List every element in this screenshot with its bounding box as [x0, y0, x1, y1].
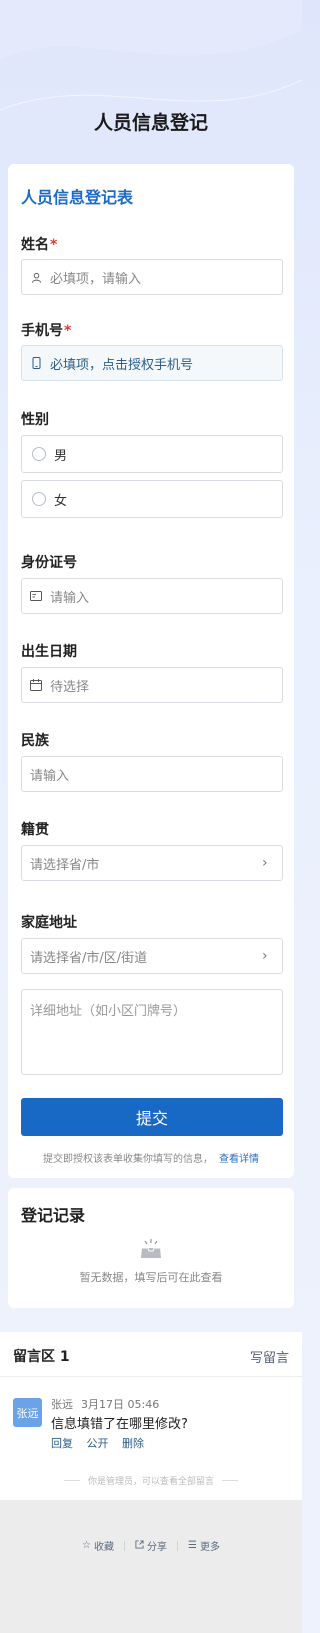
native-place-placeholder: 请选择省/市 [30, 857, 100, 873]
phone-label: 手机号* [21, 323, 72, 339]
comment-time: 3月17日 05:46 [81, 1398, 160, 1411]
ethnicity-placeholder: 请输入 [30, 768, 70, 784]
submit-button[interactable]: 提交 [21, 1098, 283, 1136]
birth-date-placeholder: 待选择 [50, 679, 90, 695]
admin-note: 你是管理员，可以查看全部留言 [0, 1474, 302, 1487]
name-label: 姓名* [21, 237, 58, 253]
page-title: 人员信息登记 [93, 112, 208, 134]
share-label: 分享 [147, 1542, 167, 1553]
menu-icon: ☰ [188, 1540, 197, 1551]
chevron-right-icon: › [262, 855, 268, 871]
privacy-text: 提交即授权该表单收集你填写的信息， [43, 1154, 213, 1165]
phone-placeholder: 必填项，点击授权手机号 [50, 357, 194, 373]
comment-meta: 张远 3月17日 05:46 [51, 1396, 159, 1412]
reply-button[interactable]: 回复 [51, 1437, 73, 1450]
native-place-select[interactable]: 请选择省/市 › [21, 845, 283, 881]
gender-option-label: 女 [54, 493, 68, 509]
favorite-label: 收藏 [94, 1542, 114, 1553]
radio-circle[interactable] [32, 492, 46, 506]
ethnicity-label: 民族 [21, 733, 49, 749]
address-detail-placeholder: 详细地址（如小区门牌号） [30, 1004, 187, 1019]
required-mark: * [50, 237, 58, 253]
favorite-button[interactable]: ☆ 收藏 [72, 1538, 124, 1553]
gender-label: 性别 [21, 412, 49, 428]
native-place-label: 籍贯 [21, 822, 49, 838]
records-title: 登记记录 [21, 1206, 86, 1225]
radio-circle[interactable] [32, 447, 46, 461]
address-region-placeholder: 请选择省/市/区/街道 [30, 950, 148, 966]
gender-option-female[interactable]: 女 [21, 480, 283, 518]
empty-state-text: 暂无数据，填写后可在此查看 [79, 1271, 223, 1284]
more-button[interactable]: ☰ 更多 [178, 1538, 230, 1553]
id-card-input[interactable]: 请输入 [21, 578, 283, 614]
share-icon [135, 1539, 144, 1552]
records-card: 登记记录 暂无数据，填写后可在此查看 [8, 1188, 294, 1308]
id-card-label: 身份证号 [21, 555, 77, 571]
gender-option-male[interactable]: 男 [21, 435, 283, 473]
divider [222, 1480, 238, 1481]
comment-actions: 回复 公开 删除 [51, 1435, 154, 1451]
phone-icon [30, 357, 42, 369]
calendar-icon [30, 679, 42, 691]
admin-note-text: 你是管理员，可以查看全部留言 [87, 1477, 214, 1487]
more-label: 更多 [199, 1542, 220, 1553]
phone-authorize-button[interactable]: 必填项，点击授权手机号 [21, 345, 283, 381]
share-button[interactable]: 分享 [125, 1538, 177, 1553]
divider [0, 1376, 302, 1377]
privacy-notice: 提交即授权该表单收集你填写的信息， 查看详情 [8, 1150, 294, 1165]
birth-date-picker[interactable]: 待选择 [21, 667, 283, 703]
required-mark: * [64, 323, 72, 339]
footer-actions: ☆ 收藏 分享 ☰ 更多 [0, 1538, 302, 1553]
delete-button[interactable]: 删除 [122, 1437, 144, 1450]
make-public-button[interactable]: 公开 [87, 1437, 109, 1450]
address-detail-textarea[interactable]: 详细地址（如小区门牌号） [21, 989, 283, 1075]
id-card-placeholder: 请输入 [50, 590, 90, 606]
address-label: 家庭地址 [21, 915, 77, 931]
comment-section-title: 留言区 1 [13, 1349, 70, 1365]
footer-bar: ☆ 收藏 分享 ☰ 更多 [0, 1500, 302, 1633]
avatar: 张远 [13, 1398, 42, 1427]
header-background [0, 0, 302, 111]
divider [63, 1480, 80, 1481]
person-icon [30, 271, 42, 283]
privacy-details-link[interactable]: 查看详情 [219, 1154, 259, 1165]
name-placeholder: 必填项，请输入 [50, 271, 142, 287]
comment-text: 信息填错了在哪里修改? [51, 1417, 188, 1432]
empty-inbox-icon [141, 1239, 161, 1258]
name-input[interactable]: 必填项，请输入 [21, 259, 283, 295]
write-comment-button[interactable]: 写留言 [250, 1347, 289, 1366]
star-icon: ☆ [82, 1540, 91, 1551]
chevron-right-icon: › [262, 948, 268, 964]
form-title: 人员信息登记表 [21, 188, 134, 207]
id-card-icon [30, 590, 42, 602]
address-region-select[interactable]: 请选择省/市/区/街道 › [21, 938, 283, 974]
comment-author: 张远 [51, 1398, 73, 1411]
ethnicity-input[interactable]: 请输入 [21, 756, 283, 792]
gender-option-label: 男 [54, 448, 68, 464]
registration-form: 人员信息登记表 姓名* 必填项，请输入 手机号* 必填项，点击授权手机号 性别 … [8, 164, 294, 1178]
comment-section: 留言区 1 写留言 张远 张远 3月17日 05:46 信息填错了在哪里修改? 回… [0, 1332, 302, 1500]
birth-date-label: 出生日期 [21, 644, 77, 660]
